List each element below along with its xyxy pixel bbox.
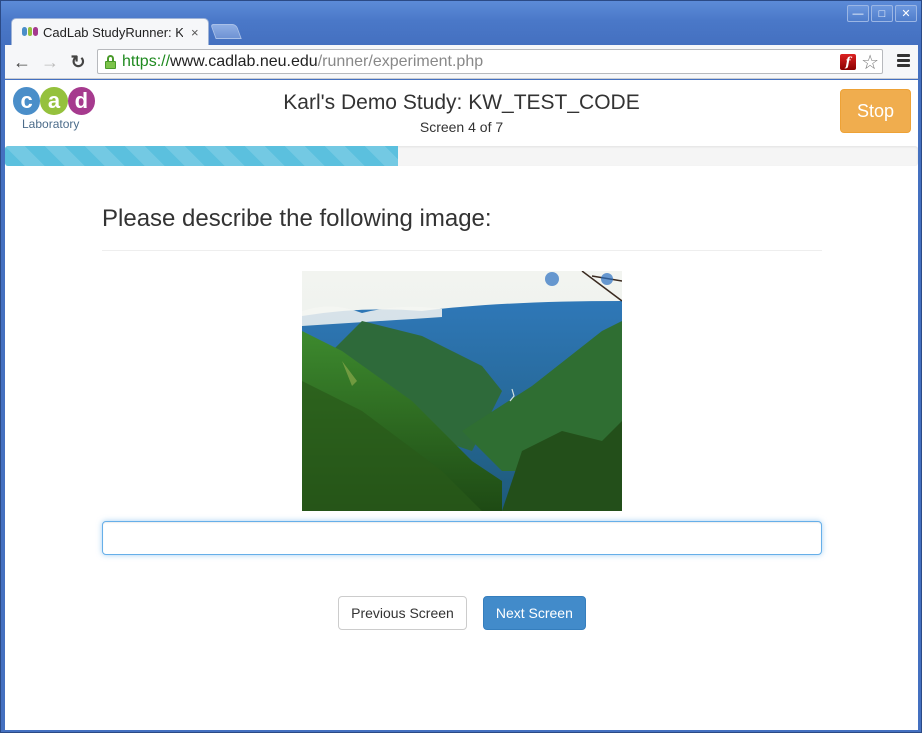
screen-counter: Screen 4 of 7 (419, 119, 504, 135)
maximize-icon: □ (878, 7, 886, 20)
address-bar[interactable]: https://www.cadlab.neu.edu/runner/experi… (97, 49, 883, 74)
maximize-button[interactable]: □ (871, 5, 893, 22)
lock-icon (105, 54, 116, 69)
back-button[interactable]: ← (11, 51, 33, 73)
browser-window: — □ ✕ CadLab StudyRunner: Karl's Demo St… (0, 0, 922, 733)
page-viewport: c a d Laboratory Karl's Demo Study: KW_T… (5, 80, 918, 730)
browser-menu-icon[interactable] (897, 54, 910, 67)
tab-title: CadLab StudyRunner: Karl's Demo Study (43, 24, 183, 40)
next-screen-button[interactable]: Next Screen (482, 596, 586, 630)
flash-plugin-icon[interactable]: f (840, 54, 856, 70)
forward-arrow-icon: → (41, 51, 59, 72)
screen-content: Please describe the following image: Pre… (102, 166, 822, 630)
browser-tab[interactable]: CadLab StudyRunner: Karl's Demo Study × (11, 18, 209, 45)
minimize-icon: — (852, 7, 864, 20)
new-tab-button[interactable] (210, 24, 242, 39)
window-controls: — □ ✕ (847, 5, 917, 22)
study-progress-bar (5, 146, 918, 166)
tab-close-icon[interactable]: × (191, 25, 199, 40)
browser-toolbar: ← → ↻ https://www.cadlab.neu.edu/runner/… (5, 45, 918, 79)
study-title: Karl's Demo Study: KW_TEST_CODE (283, 91, 640, 114)
stimulus-image (302, 271, 622, 511)
divider (102, 250, 822, 251)
forward-button[interactable]: → (39, 51, 61, 73)
study-header: c a d Laboratory Karl's Demo Study: KW_T… (5, 80, 918, 146)
stop-button[interactable]: Stop (840, 89, 911, 133)
question-prompt: Please describe the following image: (102, 205, 492, 232)
back-arrow-icon: ← (13, 51, 31, 72)
bookmark-star-icon[interactable]: ☆ (861, 50, 879, 75)
close-icon: ✕ (901, 8, 911, 20)
minimize-button[interactable]: — (847, 5, 869, 22)
reload-button[interactable]: ↻ (67, 51, 89, 73)
progress-fill (5, 146, 398, 166)
cadlab-favicon-icon (22, 26, 39, 38)
url-text: https://www.cadlab.neu.edu/runner/experi… (122, 52, 484, 70)
previous-screen-button[interactable]: Previous Screen (338, 596, 467, 630)
description-input[interactable] (102, 521, 822, 555)
reload-icon: ↻ (70, 51, 86, 72)
close-window-button[interactable]: ✕ (895, 5, 917, 22)
